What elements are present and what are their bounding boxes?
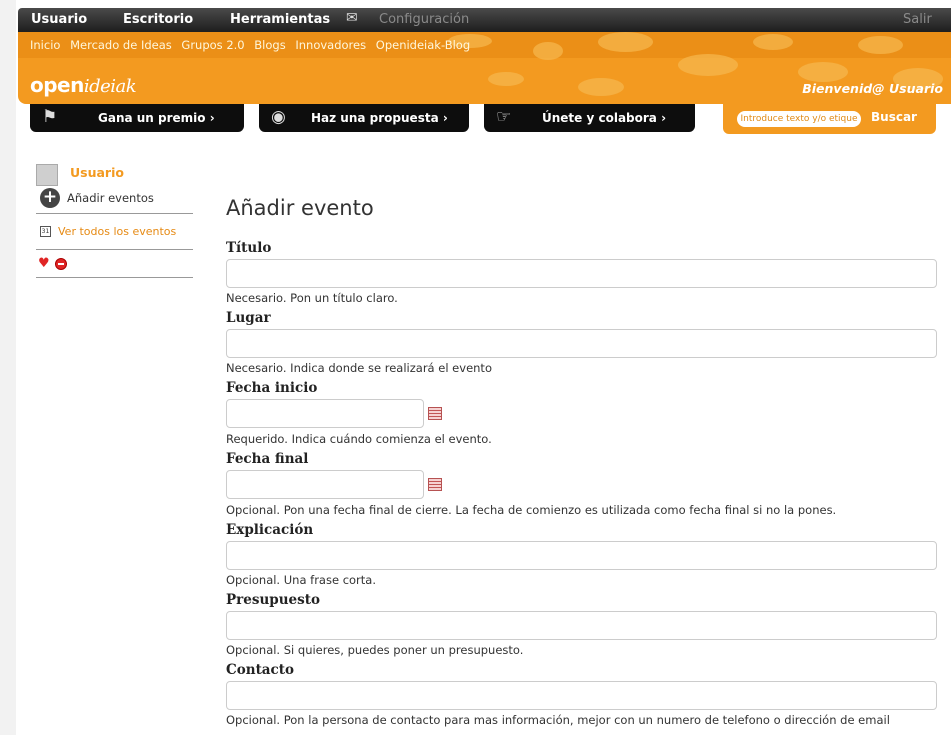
field-label-presupuesto: Presupuesto bbox=[226, 592, 320, 608]
titulo-input[interactable] bbox=[226, 259, 937, 288]
sidebar-item-add-events[interactable]: + Añadir eventos bbox=[36, 186, 193, 214]
help-fecha-inicio: Requerido. Indica cuándo comienza el eve… bbox=[226, 432, 492, 446]
view-all-events-link[interactable]: Ver todos los eventos bbox=[58, 225, 176, 238]
target-icon: ◉ bbox=[271, 107, 286, 127]
avatar[interactable] bbox=[36, 164, 58, 186]
header-decoration bbox=[598, 32, 653, 52]
search-box: Introduce texto y/o etique Buscar bbox=[723, 104, 936, 134]
header-decoration bbox=[578, 78, 624, 96]
sidebar-item-view-all[interactable]: 31 Ver todos los eventos bbox=[36, 214, 193, 250]
help-titulo: Necesario. Pon un título claro. bbox=[226, 291, 398, 305]
sidebar-actions: ♥ bbox=[36, 250, 193, 278]
logo-bold: open bbox=[30, 73, 84, 97]
calendar-picker-icon[interactable] bbox=[428, 478, 442, 491]
menu-herramientas[interactable]: Herramientas bbox=[230, 12, 330, 27]
top-menu-bar: Usuario Escritorio Herramientas ✉ Config… bbox=[18, 8, 951, 32]
help-contacto: Opcional. Pon la persona de contacto par… bbox=[226, 713, 890, 727]
field-label-fecha-final: Fecha final bbox=[226, 451, 309, 467]
lugar-input[interactable] bbox=[226, 329, 937, 358]
unete-colabora-button[interactable]: ☞ Únete y colabora › bbox=[484, 104, 695, 132]
plus-icon: + bbox=[40, 188, 60, 208]
nav-grupos[interactable]: Grupos 2.0 bbox=[181, 38, 244, 52]
calendar-picker-icon[interactable] bbox=[428, 407, 442, 420]
header-decoration bbox=[678, 54, 738, 76]
field-label-titulo: Título bbox=[226, 240, 272, 256]
checkered-flag-icon: ⚑ bbox=[42, 107, 58, 127]
contacto-input[interactable] bbox=[226, 681, 937, 710]
field-label-explicacion: Explicación bbox=[226, 522, 314, 538]
page-title: Añadir evento bbox=[226, 196, 374, 220]
header-decoration bbox=[533, 42, 563, 60]
mail-icon[interactable]: ✉ bbox=[346, 10, 358, 26]
site-header: Inicio Mercado de Ideas Grupos 2.0 Blogs… bbox=[18, 32, 951, 104]
header-decoration bbox=[798, 62, 848, 82]
sidebar-user: Usuario bbox=[36, 160, 193, 186]
unete-colabora-label: Únete y colabora › bbox=[542, 111, 667, 125]
add-event-form: Añadir evento Título Necesario. Pon un t… bbox=[226, 196, 938, 732]
nav-openideiak-blog[interactable]: Openideiak-Blog bbox=[376, 38, 470, 52]
site-logo[interactable]: openideiak bbox=[30, 73, 137, 97]
nav-inicio[interactable]: Inicio bbox=[30, 38, 60, 52]
add-events-label: Añadir eventos bbox=[67, 191, 154, 205]
pointing-hand-icon: ☞ bbox=[496, 107, 512, 127]
gana-premio-label: Gana un premio › bbox=[98, 111, 215, 125]
field-label-lugar: Lugar bbox=[226, 310, 271, 326]
help-presupuesto: Opcional. Si quieres, puedes poner un pr… bbox=[226, 643, 524, 657]
haz-propuesta-button[interactable]: ◉ Haz una propuesta › bbox=[259, 104, 469, 132]
header-decoration bbox=[488, 72, 524, 86]
no-entry-icon[interactable] bbox=[55, 258, 67, 270]
fecha-final-wrap bbox=[226, 470, 938, 500]
nav-blogs[interactable]: Blogs bbox=[254, 38, 285, 52]
search-button[interactable]: Buscar bbox=[871, 110, 917, 124]
header-decoration bbox=[753, 34, 793, 50]
sidebar: Usuario + Añadir eventos 31 Ver todos lo… bbox=[36, 160, 193, 278]
gana-premio-button[interactable]: ⚑ Gana un premio › bbox=[30, 104, 244, 132]
fecha-final-input[interactable] bbox=[226, 470, 424, 499]
menu-configuracion[interactable]: Configuración bbox=[379, 12, 469, 27]
fecha-inicio-wrap bbox=[226, 399, 938, 429]
heart-icon[interactable]: ♥ bbox=[38, 256, 50, 271]
header-decoration bbox=[858, 36, 903, 54]
explicacion-input[interactable] bbox=[226, 541, 937, 570]
haz-propuesta-label: Haz una propuesta › bbox=[311, 111, 448, 125]
help-fecha-final: Opcional. Pon una fecha final de cierre.… bbox=[226, 503, 837, 517]
welcome-text: Bienvenid@ Usuario bbox=[802, 81, 943, 96]
menu-usuario[interactable]: Usuario bbox=[31, 12, 87, 27]
logo-thin: ideiak bbox=[83, 76, 137, 97]
nav-mercado-ideas[interactable]: Mercado de Ideas bbox=[70, 38, 172, 52]
fecha-inicio-input[interactable] bbox=[226, 399, 424, 428]
logout-link[interactable]: Salir bbox=[903, 12, 932, 27]
sidebar-username[interactable]: Usuario bbox=[70, 165, 124, 180]
help-explicacion: Opcional. Una frase corta. bbox=[226, 573, 376, 587]
field-label-fecha-inicio: Fecha inicio bbox=[226, 380, 318, 396]
calendar-icon: 31 bbox=[40, 226, 51, 237]
search-input[interactable]: Introduce texto y/o etique bbox=[737, 111, 861, 127]
menu-escritorio[interactable]: Escritorio bbox=[123, 12, 193, 27]
main-nav: Inicio Mercado de Ideas Grupos 2.0 Blogs… bbox=[30, 38, 476, 52]
nav-innovadores[interactable]: Innovadores bbox=[295, 38, 366, 52]
field-label-contacto: Contacto bbox=[226, 662, 295, 678]
help-lugar: Necesario. Indica donde se realizará el … bbox=[226, 361, 492, 375]
presupuesto-input[interactable] bbox=[226, 611, 937, 640]
